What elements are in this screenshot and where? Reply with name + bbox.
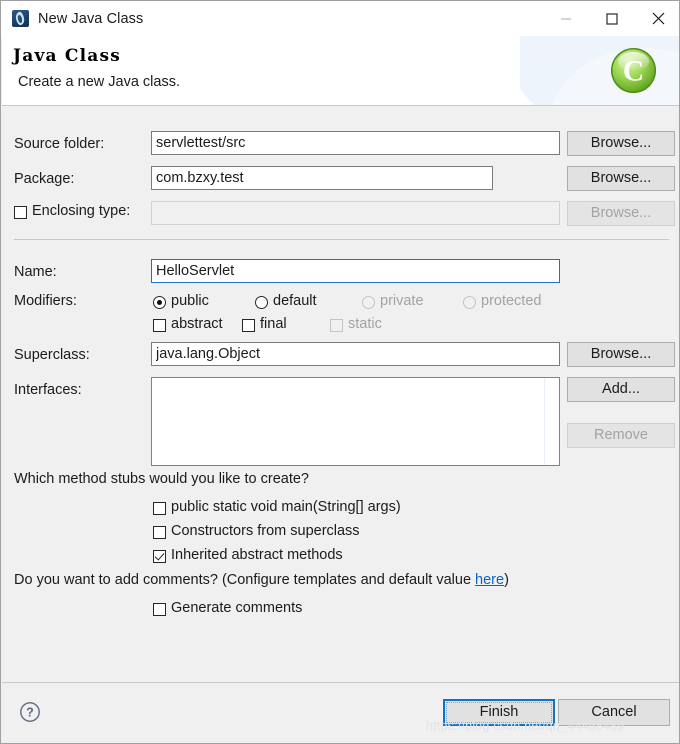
green-c-class-icon: C (610, 47, 657, 94)
configure-templates-link[interactable]: here (475, 572, 504, 588)
interfaces-list[interactable] (151, 377, 560, 466)
package-label: Package: (14, 171, 75, 187)
method-stubs-question: Which method stubs would you like to cre… (14, 471, 309, 487)
modifier-label-private: private (380, 293, 424, 309)
interfaces-add-button[interactable]: Add... (567, 377, 675, 402)
new-java-class-dialog: New Java Class C Java Class Create a new… (0, 0, 680, 744)
modifier-checkbox-final[interactable] (242, 319, 255, 332)
close-button[interactable] (635, 1, 679, 36)
maximize-button[interactable] (589, 1, 635, 36)
modifier-label-protected: protected (481, 293, 542, 309)
comments-question: Do you want to add comments? (Configure … (14, 572, 509, 588)
enclosing-type-label: Enclosing type: (32, 203, 131, 219)
svg-text:C: C (623, 55, 644, 87)
superclass-label: Superclass: (14, 347, 90, 363)
modifier-checkbox-static (330, 319, 343, 332)
stub-checkbox-inherited[interactable] (153, 550, 166, 563)
modifier-checkbox-abstract[interactable] (153, 319, 166, 332)
generate-comments-label: Generate comments (171, 600, 303, 616)
stub-checkbox-constructors[interactable] (153, 526, 166, 539)
enclosing-type-input (151, 201, 560, 225)
help-icon[interactable]: ? (19, 701, 41, 723)
interfaces-remove-button: Remove (567, 423, 675, 448)
package-browse-button[interactable]: Browse... (567, 166, 675, 191)
dialog-body: Source folder: Browse... Package: Browse… (2, 106, 679, 682)
stub-label-inherited: Inherited abstract methods (171, 547, 343, 563)
window-title: New Java Class (38, 10, 144, 27)
close-icon (652, 12, 664, 25)
source-folder-browse-button[interactable]: Browse... (567, 131, 675, 156)
source-folder-label: Source folder: (14, 136, 105, 152)
superclass-browse-button[interactable]: Browse... (567, 342, 675, 367)
minimize-button[interactable] (543, 1, 589, 36)
modifiers-label: Modifiers: (14, 293, 77, 309)
maximize-icon (606, 12, 618, 25)
dialog-footer: ? Finish Cancel (2, 682, 679, 743)
stub-checkbox-main[interactable] (153, 502, 166, 515)
svg-text:?: ? (26, 706, 34, 720)
wizard-header: C Java Class Create a new Java class. (2, 36, 679, 106)
interfaces-label: Interfaces: (14, 382, 82, 398)
comments-question-prefix: Do you want to add comments? (Configure … (14, 572, 476, 588)
title-bar: New Java Class (1, 1, 679, 36)
package-input[interactable] (151, 166, 493, 190)
enclosing-type-checkbox[interactable] (14, 206, 27, 219)
name-label: Name: (14, 264, 57, 280)
page-subtitle: Create a new Java class. (18, 74, 180, 90)
generate-comments-checkbox[interactable] (153, 603, 166, 616)
modifier-label-public: public (171, 293, 209, 309)
modifier-radio-default[interactable] (255, 296, 268, 309)
modifier-radio-protected (463, 296, 476, 309)
window-controls (543, 1, 679, 36)
section-divider-1 (14, 239, 669, 240)
modifier-label-default: default (273, 293, 317, 309)
source-folder-input[interactable] (151, 131, 560, 155)
class-name-input[interactable] (151, 259, 560, 283)
enclosing-type-browse-button: Browse... (567, 201, 675, 226)
watermark: https://blog.csdn.net/qq_44458489 (426, 719, 625, 733)
header-banner: C (520, 36, 679, 105)
interfaces-scrollbar[interactable] (544, 378, 559, 465)
comments-question-suffix: ) (504, 572, 509, 588)
java-class-icon (12, 10, 29, 27)
page-title: Java Class (13, 46, 122, 66)
modifier-label-static: static (348, 316, 382, 332)
stub-label-constructors: Constructors from superclass (171, 523, 360, 539)
modifier-radio-private (362, 296, 375, 309)
modifier-radio-public[interactable] (153, 296, 166, 309)
modifier-label-abstract: abstract (171, 316, 223, 332)
superclass-input[interactable] (151, 342, 560, 366)
stub-label-main: public static void main(String[] args) (171, 499, 401, 515)
minimize-icon (561, 17, 571, 20)
modifier-label-final: final (260, 316, 287, 332)
